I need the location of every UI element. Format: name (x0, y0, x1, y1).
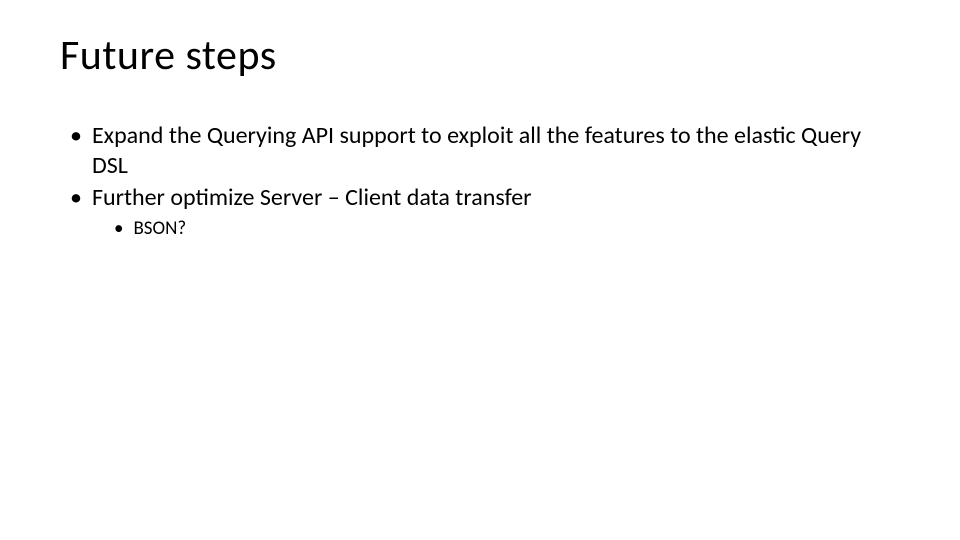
slide: Future steps • Expand the Querying API s… (0, 0, 960, 540)
bullet-text: Further optimize Server – Client data tr… (92, 183, 900, 213)
bullet-item: • Further optimize Server – Client data … (70, 183, 900, 213)
bullet-item: • Expand the Querying API support to exp… (70, 121, 900, 181)
bullet-marker-icon: • (114, 217, 123, 241)
slide-title: Future steps (60, 30, 900, 81)
sub-bullet-text: BSON? (133, 217, 900, 241)
sub-bullet-item: • BSON? (114, 217, 900, 241)
bullet-marker-icon: • (70, 183, 82, 213)
bullet-text: Expand the Querying API support to explo… (92, 121, 900, 181)
bullet-marker-icon: • (70, 121, 82, 151)
slide-content: • Expand the Querying API support to exp… (70, 121, 900, 241)
